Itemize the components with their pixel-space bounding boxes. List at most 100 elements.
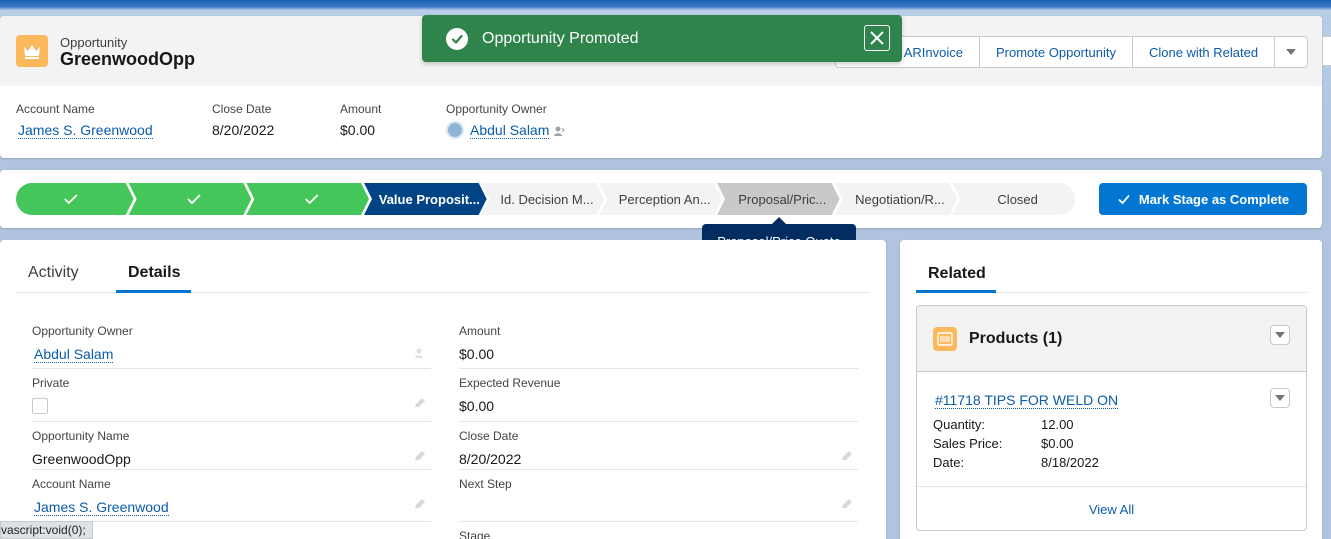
quantity-label: Quantity: — [933, 417, 986, 432]
field-close-date: Close Date 8/20/2022 — [459, 429, 858, 470]
sales-path: Value Proposit... Id. Decision M... Percep… — [16, 183, 1075, 215]
close-icon — [870, 31, 884, 45]
field-label: Account Name — [32, 477, 111, 491]
date-value: 8/18/2022 — [1041, 455, 1099, 470]
date-label: Date: — [933, 455, 965, 470]
edit-pencil-icon[interactable] — [413, 449, 427, 463]
change-owner-icon[interactable] — [413, 346, 427, 360]
tab-activity[interactable]: Activity — [28, 264, 79, 282]
field-opportunity-owner: Opportunity Owner Abdul Salam — [32, 324, 431, 369]
sales-price-value: $0.00 — [1041, 436, 1074, 451]
active-tab-indicator — [116, 290, 191, 293]
product-sales-price-row: Sales Price: $0.00 — [933, 436, 1293, 451]
private-checkbox[interactable] — [32, 398, 48, 414]
path-stage-2[interactable] — [128, 183, 252, 215]
field-label: Stage — [459, 529, 491, 539]
record-type-label: Opportunity — [60, 35, 128, 50]
path-stage-3[interactable] — [246, 183, 369, 215]
field-label: Expected Revenue — [459, 376, 561, 390]
sales-price-label: Sales Price: — [933, 436, 1003, 451]
mark-stage-complete-button[interactable]: Mark Stage as Complete — [1099, 183, 1307, 215]
field-opportunity-name: Opportunity Name GreenwoodOpp — [32, 429, 431, 470]
products-footer: View All — [917, 486, 1306, 530]
success-check-icon — [446, 27, 468, 50]
expected-revenue-value: $0.00 — [459, 398, 495, 414]
opportunity-name-value: GreenwoodOpp — [32, 451, 131, 467]
field-label: Opportunity Owner — [32, 324, 133, 338]
account-name-link[interactable]: James S. Greenwood — [18, 122, 153, 139]
check-icon — [1118, 194, 1130, 205]
account-name-link[interactable]: James S. Greenwood — [34, 499, 169, 516]
view-all-link[interactable]: View All — [1089, 502, 1134, 517]
avatar — [446, 121, 464, 140]
related-card: Related Products (1) #11718 TIPS FOR WEL… — [900, 240, 1322, 539]
opportunity-crown-icon — [16, 35, 48, 67]
product-date-row: Date: 8/18/2022 — [933, 455, 1293, 470]
edit-pencil-icon[interactable] — [413, 396, 427, 410]
promote-opportunity-button[interactable]: Promote Opportunity — [980, 37, 1133, 67]
path-stage-label: Id. Decision M... — [500, 191, 594, 207]
products-title: Products (1) — [969, 330, 1063, 347]
toast-close-button[interactable] — [864, 25, 890, 51]
more-actions-button[interactable] — [1275, 37, 1308, 67]
tab-bar: Activity Details — [16, 254, 870, 293]
chevron-down-icon — [1286, 49, 1297, 55]
product-icon — [933, 327, 957, 351]
path-stage-1[interactable] — [16, 183, 134, 215]
chevron-down-icon — [1275, 332, 1285, 338]
field-stage: Stage — [459, 529, 858, 539]
browser-status-bar: vascript:void(0); — [0, 521, 93, 539]
edit-pencil-icon[interactable] — [840, 449, 854, 463]
quantity-value: 12.00 — [1041, 417, 1074, 432]
highlight-close-date: Close Date 8/20/2022 — [212, 102, 274, 138]
products-related-list: Products (1) #11718 TIPS FOR WELD ON Qua… — [916, 305, 1307, 531]
highlight-account-name: Account Name James S. Greenwood — [16, 102, 153, 139]
field-expected-revenue: Expected Revenue $0.00 — [459, 376, 858, 422]
details-card: Activity Details Opportunity Owner Abdul… — [0, 240, 886, 539]
product-link[interactable]: #11718 TIPS FOR WELD ON — [935, 392, 1119, 409]
products-menu-button[interactable] — [1270, 325, 1290, 345]
tab-details[interactable]: Details — [128, 264, 180, 282]
success-toast: Opportunity Promoted — [422, 15, 902, 62]
owner-value-row: Abdul Salam — [446, 121, 566, 140]
utility-panel-edge — [1322, 36, 1331, 66]
highlight-label: Amount — [340, 102, 382, 116]
mark-stage-complete-label: Mark Stage as Complete — [1138, 191, 1290, 207]
amount-value: $0.00 — [340, 122, 376, 138]
field-label: Private — [32, 376, 70, 390]
record-name: GreenwoodOpp — [60, 49, 195, 69]
clone-with-related-button[interactable]: Clone with Related — [1132, 37, 1276, 67]
close-date-value: 8/20/2022 — [459, 451, 522, 467]
change-owner-icon[interactable] — [553, 125, 566, 137]
highlight-label: Account Name — [16, 102, 95, 116]
field-label: Opportunity Name — [32, 429, 130, 443]
field-next-step: Next Step — [459, 477, 858, 522]
highlight-amount: Amount $0.00 — [340, 102, 381, 138]
owner-link[interactable]: Abdul Salam — [470, 122, 550, 139]
highlight-label: Close Date — [212, 102, 272, 116]
toast-message: Opportunity Promoted — [482, 29, 639, 47]
sales-path-card: Value Proposit... Id. Decision M... Percep… — [0, 170, 1322, 228]
path-stage-label: Proposal/Pric... — [738, 191, 827, 207]
active-tab-indicator — [916, 290, 996, 293]
field-label: Amount — [459, 324, 501, 338]
tab-related[interactable]: Related — [928, 265, 986, 283]
highlight-label: Opportunity Owner — [446, 102, 547, 116]
product-quantity-row: Quantity: 12.00 — [933, 417, 1293, 432]
header-action-buttons: ARInvoice Promote Opportunity Clone with… — [835, 36, 1309, 68]
highlight-opportunity-owner: Opportunity Owner Abdul Salam — [446, 102, 566, 140]
field-private: Private — [32, 376, 431, 422]
path-stage-label: Perception An... — [618, 191, 711, 207]
path-stage-label: Negotiation/R... — [855, 191, 945, 207]
field-label: Next Step — [459, 477, 512, 491]
field-account-name: Account Name James S. Greenwood — [32, 477, 431, 522]
path-stage-label: Value Proposit... — [378, 191, 480, 207]
close-date-value: 8/20/2022 — [212, 122, 275, 138]
field-amount: Amount $0.00 — [459, 324, 858, 369]
amount-value: $0.00 — [459, 346, 495, 362]
opportunity-owner-link[interactable]: Abdul Salam — [34, 346, 114, 363]
edit-pencil-icon[interactable] — [413, 497, 427, 511]
products-header: Products (1) — [917, 306, 1306, 372]
path-stage-label: Closed — [997, 191, 1038, 207]
edit-pencil-icon[interactable] — [840, 497, 854, 511]
